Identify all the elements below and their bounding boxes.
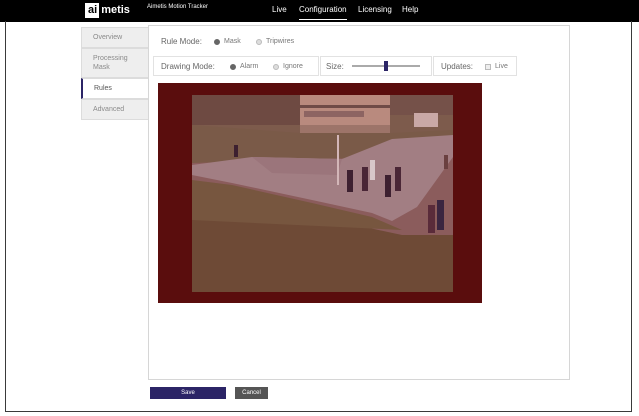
drawing-mode-ignore-label: Ignore bbox=[283, 63, 303, 70]
tab-overview-label: Overview bbox=[93, 34, 123, 41]
aimetis-logo[interactable]: ai metis bbox=[85, 3, 130, 18]
logo-box: ai bbox=[85, 3, 100, 18]
updates-live-checkbox[interactable]: Live bbox=[485, 63, 508, 70]
drawing-mode-label: Drawing Mode: bbox=[161, 62, 215, 71]
updates-live-label: Live bbox=[495, 63, 508, 70]
nav-live[interactable]: Live bbox=[272, 5, 287, 14]
tab-advanced-label: Advanced bbox=[93, 106, 125, 113]
camera-frame bbox=[192, 95, 453, 292]
mask-canvas[interactable] bbox=[158, 83, 482, 303]
rule-mode-mask-label: Mask bbox=[224, 38, 241, 45]
tab-advanced[interactable]: Advanced bbox=[81, 99, 149, 120]
radio-unselected-icon bbox=[273, 63, 279, 70]
rule-mode-mask-radio[interactable]: Mask bbox=[214, 38, 241, 45]
size-slider[interactable] bbox=[352, 61, 420, 71]
rule-mode-tripwires-label: Tripwires bbox=[266, 38, 295, 45]
nav-help[interactable]: Help bbox=[402, 5, 418, 14]
nav-licensing[interactable]: Licensing bbox=[358, 5, 392, 14]
cancel-button[interactable]: Cancel bbox=[235, 387, 268, 399]
logo-text: metis bbox=[101, 4, 130, 16]
drawing-mode-alarm-label: Alarm bbox=[240, 63, 259, 70]
rule-mode-label: Rule Mode: bbox=[161, 37, 202, 46]
tab-processing-mask-label: Processing Mask bbox=[93, 55, 128, 71]
drawing-mode-ignore-radio[interactable]: Ignore bbox=[273, 63, 303, 70]
save-button[interactable]: Save bbox=[150, 387, 226, 399]
radio-unselected-icon bbox=[256, 38, 262, 45]
camera-scene-image bbox=[192, 95, 453, 292]
rule-mode-tripwires-radio[interactable]: Tripwires bbox=[256, 38, 294, 45]
checkbox-icon bbox=[485, 63, 491, 70]
tab-rules[interactable]: Rules bbox=[81, 78, 149, 99]
drawing-mode-alarm-radio[interactable]: Alarm bbox=[230, 63, 258, 70]
tab-overview[interactable]: Overview bbox=[81, 27, 149, 48]
updates-label: Updates: bbox=[441, 62, 474, 71]
radio-selected-icon bbox=[230, 63, 236, 70]
size-label: Size: bbox=[326, 62, 344, 71]
nav-configuration[interactable]: Configuration bbox=[299, 5, 347, 20]
top-bar: ai metis Aimetis Motion Tracker Live Con… bbox=[0, 0, 639, 22]
app-title: Aimetis Motion Tracker bbox=[147, 4, 209, 10]
slider-thumb[interactable] bbox=[384, 61, 388, 71]
tab-rules-label: Rules bbox=[94, 85, 112, 92]
radio-selected-icon bbox=[214, 38, 220, 45]
tab-processing-mask[interactable]: Processing Mask bbox=[81, 48, 149, 78]
